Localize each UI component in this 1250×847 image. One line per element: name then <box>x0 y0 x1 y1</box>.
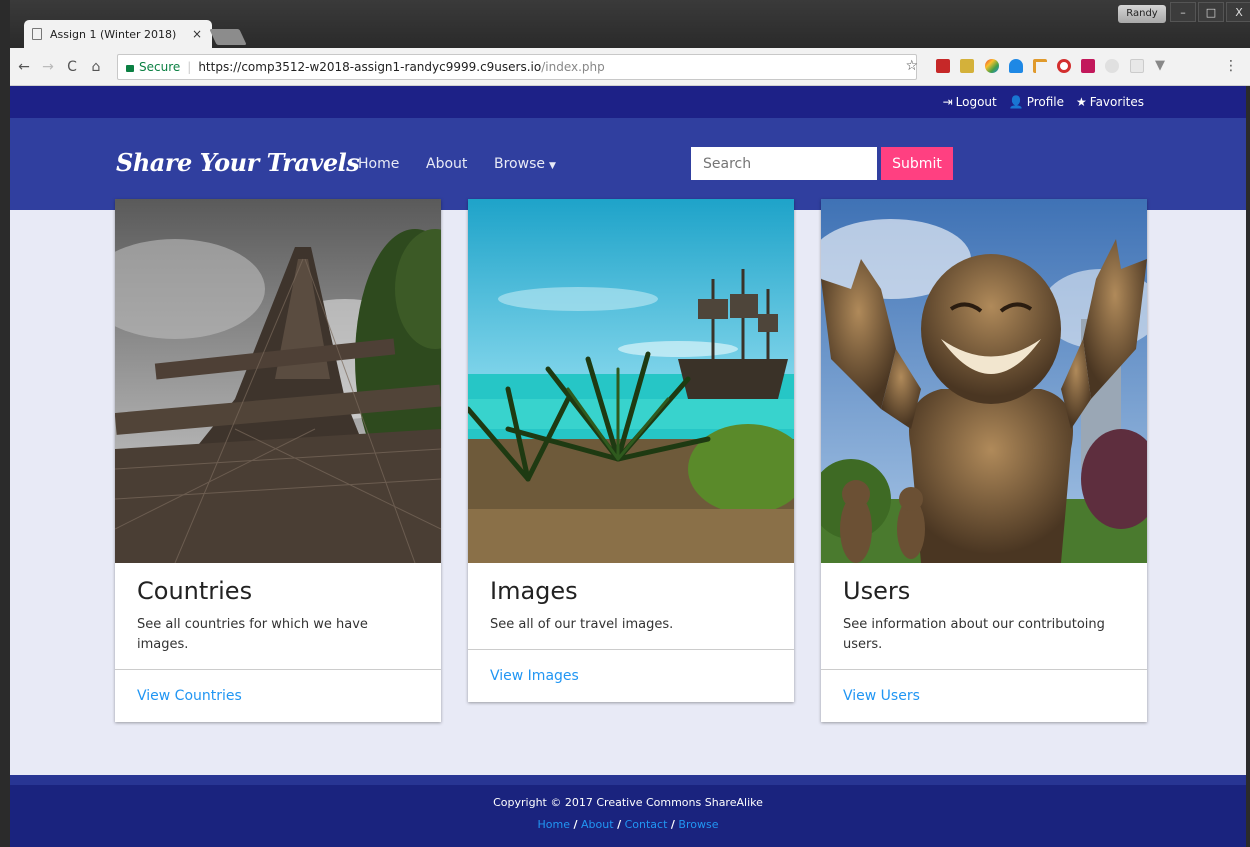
pdf-extension-icon[interactable] <box>936 59 950 73</box>
pirate-ship-image <box>468 199 794 563</box>
browser-titlebar: Assign 1 (Winter 2018) × Randy – □ X <box>10 0 1250 48</box>
eiffel-tower-image <box>115 199 441 563</box>
secure-label: Secure <box>139 60 181 74</box>
card-text: See all countries for which we have imag… <box>137 617 368 652</box>
url-host: https://comp3512-w2018-assign1-randyc999… <box>198 60 542 74</box>
site-brand[interactable]: Share Your Travels <box>116 148 360 177</box>
footer-home-link[interactable]: Home <box>538 818 570 831</box>
logout-icon: ⇥ <box>942 95 953 109</box>
search-input[interactable] <box>691 147 877 180</box>
users-card: Users See information about our contribu… <box>821 199 1147 722</box>
footer-contact-link[interactable]: Contact <box>625 818 668 831</box>
card-text: See information about our contributoing … <box>843 617 1105 652</box>
minimize-button[interactable]: – <box>1170 2 1196 22</box>
vue-extension-icon[interactable]: ▼ <box>1155 59 1169 73</box>
main-navbar: Share Your Travels Home About Browse▼ Su… <box>10 118 1246 210</box>
star-icon: ★ <box>1076 95 1087 109</box>
opera-extension-icon[interactable] <box>1057 59 1071 73</box>
tab-close-icon[interactable]: × <box>190 27 204 41</box>
m-extension-icon[interactable] <box>1081 59 1095 73</box>
profile-link[interactable]: 👤 Profile <box>1009 95 1064 109</box>
url-separator: | <box>187 60 192 74</box>
user-icon: 👤 <box>1008 95 1024 109</box>
reload-icon[interactable]: C <box>62 59 82 75</box>
address-bar[interactable]: Secure | https://comp3512-w2018-assign1-… <box>117 54 917 80</box>
card-text: See all of our travel images. <box>490 617 674 632</box>
logout-link[interactable]: ⇥ Logout <box>943 95 997 109</box>
nav-browse[interactable]: Browse ▼ <box>494 156 556 172</box>
submit-button[interactable]: Submit <box>881 147 953 180</box>
nav-about[interactable]: About <box>426 156 467 172</box>
url-path: /index.php <box>541 60 605 74</box>
flag-extension-icon[interactable] <box>1033 59 1047 73</box>
forward-icon[interactable]: → <box>38 59 58 75</box>
nav-home[interactable]: Home <box>358 156 399 172</box>
browser-menu-icon[interactable]: ⋮ <box>1224 58 1238 74</box>
footer-browse-link[interactable]: Browse <box>678 818 718 831</box>
browser-toolbar: ← → C ⌂ Secure | https://comp3512-w2018-… <box>10 48 1250 86</box>
maximize-button[interactable]: □ <box>1198 2 1224 22</box>
footer-links: Home / About / Contact / Browse <box>537 818 719 831</box>
gear-extension-icon[interactable] <box>1105 59 1119 73</box>
browser-tab[interactable]: Assign 1 (Winter 2018) × <box>24 20 212 48</box>
new-tab-button[interactable] <box>209 29 247 45</box>
back-icon[interactable]: ← <box>14 59 34 75</box>
browser-window: Assign 1 (Winter 2018) × Randy – □ X ← →… <box>0 0 1250 847</box>
laughing-statue-image <box>821 199 1147 563</box>
view-users-link[interactable]: View Users <box>821 670 1147 722</box>
countries-card: Countries See all countries for which we… <box>115 199 441 722</box>
close-window-button[interactable]: X <box>1226 2 1250 22</box>
box-extension-icon[interactable] <box>1130 59 1144 73</box>
card-title: Users <box>843 577 911 605</box>
caret-down-icon: ▼ <box>548 161 556 171</box>
profile-chip[interactable]: Randy <box>1118 5 1166 23</box>
view-images-link[interactable]: View Images <box>468 650 794 702</box>
copyright-text: Copyright © 2017 Creative Commons ShareA… <box>493 796 763 809</box>
view-countries-link[interactable]: View Countries <box>115 670 441 722</box>
card-title: Countries <box>137 577 253 605</box>
home-icon[interactable]: ⌂ <box>86 59 106 75</box>
tab-title: Assign 1 (Winter 2018) <box>50 27 177 41</box>
shield-extension-icon[interactable] <box>1009 59 1023 73</box>
images-card: Images See all of our travel images. Vie… <box>468 199 794 702</box>
color-extension-icon[interactable] <box>985 59 999 73</box>
favorites-link[interactable]: ★ Favorites <box>1076 95 1144 109</box>
page-icon <box>32 28 42 40</box>
footer-about-link[interactable]: About <box>581 818 614 831</box>
bookmark-star-icon[interactable]: ☆ <box>905 58 918 74</box>
js-extension-icon[interactable] <box>960 59 974 73</box>
account-strip: ⇥ Logout 👤 Profile ★ Favorites <box>10 86 1246 118</box>
card-title: Images <box>490 577 578 605</box>
lock-icon <box>126 64 134 72</box>
page-footer: Copyright © 2017 Creative Commons ShareA… <box>10 775 1246 847</box>
web-page: ⇥ Logout 👤 Profile ★ Favorites Share You… <box>10 86 1246 847</box>
